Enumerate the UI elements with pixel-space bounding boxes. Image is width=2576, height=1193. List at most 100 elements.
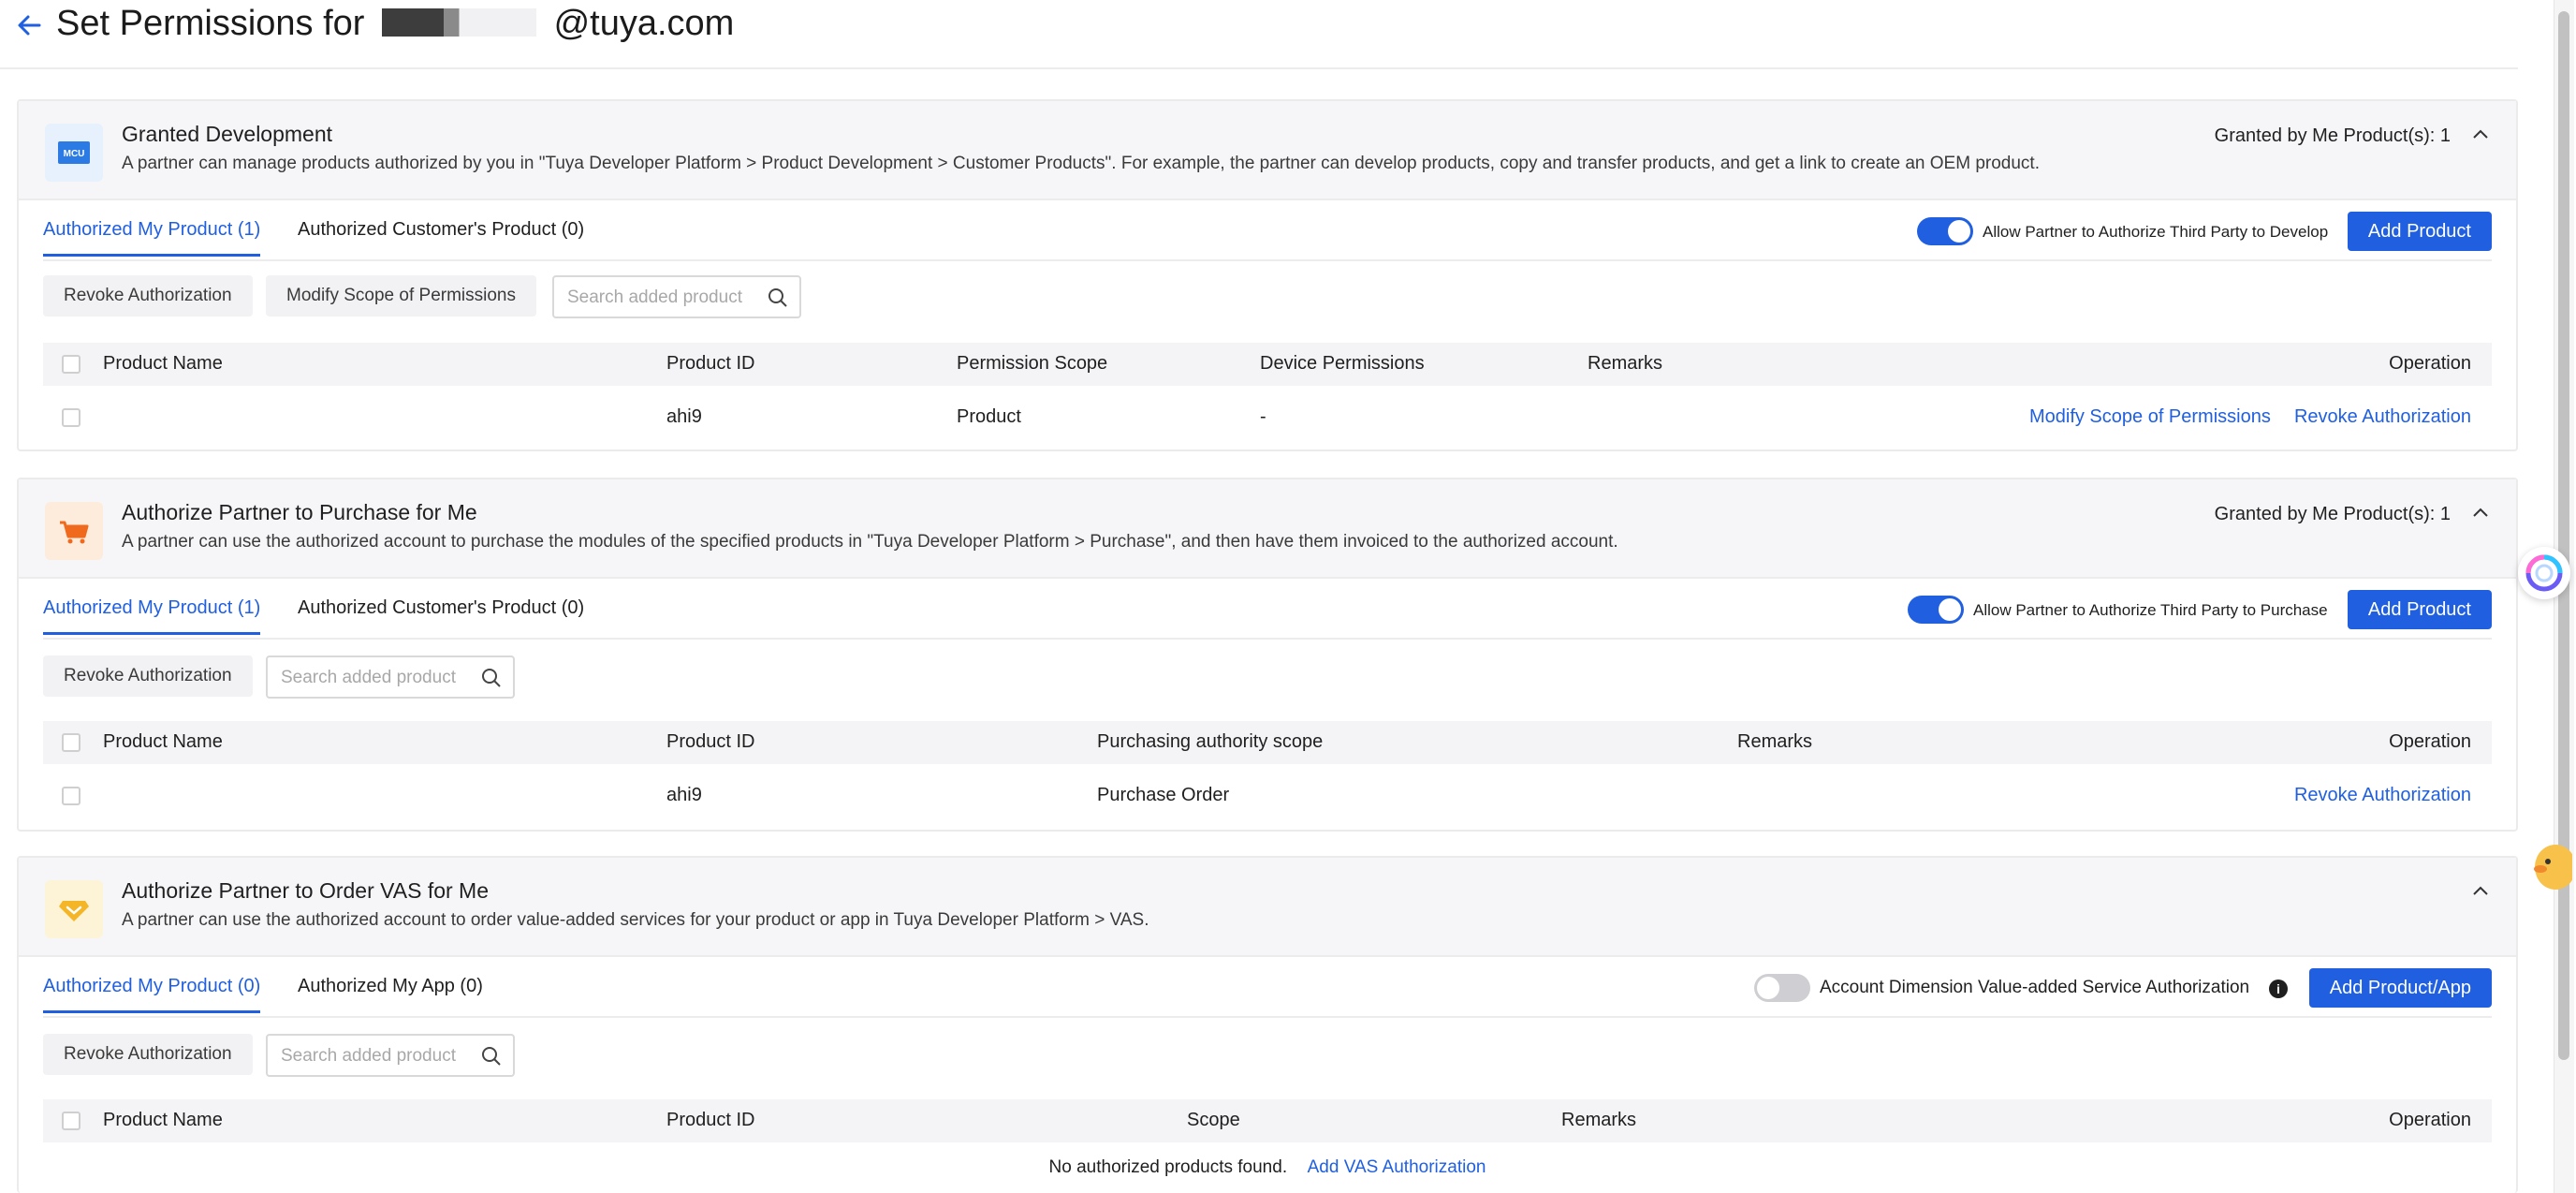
modify-scope-button[interactable]: Modify Scope of Permissions — [266, 275, 536, 317]
search-input[interactable] — [281, 666, 468, 690]
tabs-divider — [43, 638, 2492, 640]
table-header: Product Name Product ID Scope Remarks Op… — [43, 1099, 2492, 1142]
tabs-divider — [43, 259, 2492, 261]
info-icon[interactable]: i — [2269, 979, 2288, 998]
third-party-purchase-toggle[interactable] — [1908, 596, 1964, 624]
tabs-row: Authorized My Product (1) Authorized Cus… — [19, 579, 2516, 641]
product-id: ahi9 — [666, 785, 702, 805]
mascot-float-button[interactable] — [2527, 835, 2576, 895]
tab-authorized-my-app[interactable]: Authorized My App (0) — [298, 976, 483, 1010]
col-purchasing-scope: Purchasing authority scope — [1097, 731, 1324, 752]
section-header: Authorize Partner to Order VAS for Me A … — [19, 858, 2516, 957]
row-checkbox[interactable] — [62, 408, 80, 427]
tabs-divider — [43, 1016, 2492, 1018]
tab-authorized-customer-product[interactable]: Authorized Customer's Product (0) — [298, 219, 584, 254]
add-product-button[interactable]: Add Product — [2347, 590, 2492, 629]
col-product-name: Product Name — [103, 731, 223, 752]
mascot-icon — [2534, 845, 2576, 890]
search-icon[interactable] — [768, 287, 788, 308]
revoke-authorization-button[interactable]: Revoke Authorization — [43, 1034, 253, 1075]
tab-authorized-customer-product[interactable]: Authorized Customer's Product (0) — [298, 597, 584, 632]
select-all-checkbox[interactable] — [62, 355, 80, 374]
revoke-authorization-link[interactable]: Revoke Authorization — [2294, 406, 2471, 427]
col-scope: Scope — [1187, 1110, 1240, 1130]
col-product-id: Product ID — [666, 353, 755, 374]
section-description: A partner can use the authorized account… — [122, 532, 1618, 552]
col-product-name: Product Name — [103, 353, 223, 374]
tab-authorized-my-product[interactable]: Authorized My Product (1) — [43, 597, 261, 635]
section-order-vas: Authorize Partner to Order VAS for Me A … — [17, 856, 2518, 1193]
add-product-app-button[interactable]: Add Product/App — [2308, 968, 2492, 1008]
svg-text:MCU: MCU — [64, 149, 85, 159]
section-title: Granted Development — [122, 122, 333, 146]
assistant-logo-icon — [2525, 554, 2563, 592]
section-toolbar: Revoke Authorization Modify Scope of Per… — [19, 275, 2516, 328]
revoke-authorization-button[interactable]: Revoke Authorization — [43, 275, 253, 317]
page-header: Set Permissions for @tuya.com — [0, 0, 2518, 69]
permissions-page: Set Permissions for @tuya.com MCU Grante… — [0, 0, 2576, 1193]
cart-icon — [45, 502, 103, 560]
table-row: ahi9 Product - Modify Scope of Permissio… — [43, 386, 2492, 451]
col-remarks: Remarks — [1561, 1110, 1637, 1130]
search-product-box — [266, 1034, 515, 1077]
col-product-id: Product ID — [666, 1110, 755, 1130]
chevron-up-icon[interactable] — [2469, 880, 2492, 903]
product-id: ahi9 — [666, 406, 702, 427]
row-operations: Modify Scope of Permissions Revoke Autho… — [2029, 406, 2471, 428]
col-product-id: Product ID — [666, 731, 755, 752]
toggle-label: Account Dimension Value-added Service Au… — [1820, 978, 2250, 997]
search-input[interactable] — [281, 1044, 468, 1068]
section-toolbar: Revoke Authorization — [19, 1034, 2516, 1086]
purchasing-scope: Purchase Order — [1097, 785, 1230, 805]
products-table: Product Name Product ID Scope Remarks Op… — [43, 1099, 2492, 1193]
assistant-float-button[interactable] — [2518, 547, 2570, 599]
search-product-box — [266, 655, 515, 699]
redacted-account-name — [382, 8, 537, 37]
search-input[interactable] — [567, 286, 754, 310]
select-all-checkbox[interactable] — [62, 1112, 80, 1130]
tabs-row: Authorized My Product (1) Authorized Cus… — [19, 200, 2516, 262]
search-icon[interactable] — [481, 668, 502, 688]
add-vas-authorization-link[interactable]: Add VAS Authorization — [1308, 1157, 1486, 1177]
scrollbar-thumb[interactable] — [2558, 11, 2569, 1060]
section-description: A partner can manage products authorized… — [122, 154, 2040, 173]
tab-authorized-my-product[interactable]: Authorized My Product (0) — [43, 976, 261, 1013]
col-remarks: Remarks — [1737, 731, 1813, 752]
revoke-authorization-button[interactable]: Revoke Authorization — [43, 655, 253, 697]
empty-state: No authorized products found. Add VAS Au… — [43, 1157, 2492, 1178]
add-product-button[interactable]: Add Product — [2347, 212, 2492, 251]
section-toolbar: Revoke Authorization — [19, 655, 2516, 708]
granted-count: Granted by Me Product(s): 1 — [2214, 125, 2451, 146]
empty-state-text: No authorized products found. — [1048, 1157, 1288, 1177]
vas-icon — [45, 880, 103, 938]
page-title-prefix: Set Permissions for — [56, 4, 365, 43]
tabs-row: Authorized My Product (0) Authorized My … — [19, 957, 2516, 1019]
device-permissions: - — [1260, 406, 1266, 427]
modify-scope-link[interactable]: Modify Scope of Permissions — [2029, 406, 2271, 427]
col-product-name: Product Name — [103, 1110, 223, 1130]
toggle-label: Allow Partner to Authorize Third Party t… — [1983, 223, 2329, 241]
chevron-up-icon[interactable] — [2469, 502, 2492, 524]
col-device-permissions: Device Permissions — [1260, 353, 1425, 374]
section-title: Authorize Partner to Order VAS for Me — [122, 878, 490, 903]
vas-authorization-toggle[interactable] — [1754, 974, 1810, 1002]
revoke-authorization-link[interactable]: Revoke Authorization — [2294, 785, 2471, 805]
select-all-checkbox[interactable] — [62, 733, 80, 752]
page-title: Set Permissions for @tuya.com — [56, 4, 734, 44]
table-row: ahi9 Purchase Order Revoke Authorization — [43, 764, 2492, 830]
products-table: Product Name Product ID Permission Scope… — [43, 343, 2492, 451]
col-operation: Operation — [2389, 1110, 2471, 1130]
chevron-up-icon[interactable] — [2469, 124, 2492, 146]
third-party-develop-toggle[interactable] — [1917, 217, 1973, 245]
search-icon[interactable] — [481, 1046, 502, 1067]
row-operations: Revoke Authorization — [2294, 785, 2471, 806]
section-granted-development: MCU Granted Development A partner can ma… — [17, 99, 2518, 451]
tab-authorized-my-product[interactable]: Authorized My Product (1) — [43, 219, 261, 257]
granted-count: Granted by Me Product(s): 1 — [2214, 504, 2451, 524]
back-arrow-icon[interactable] — [15, 9, 43, 41]
col-operation: Operation — [2389, 353, 2471, 374]
row-checkbox[interactable] — [62, 787, 80, 805]
page-title-domain: @tuya.com — [553, 4, 735, 43]
table-header: Product Name Product ID Purchasing autho… — [43, 721, 2492, 764]
products-table: Product Name Product ID Purchasing autho… — [43, 721, 2492, 830]
